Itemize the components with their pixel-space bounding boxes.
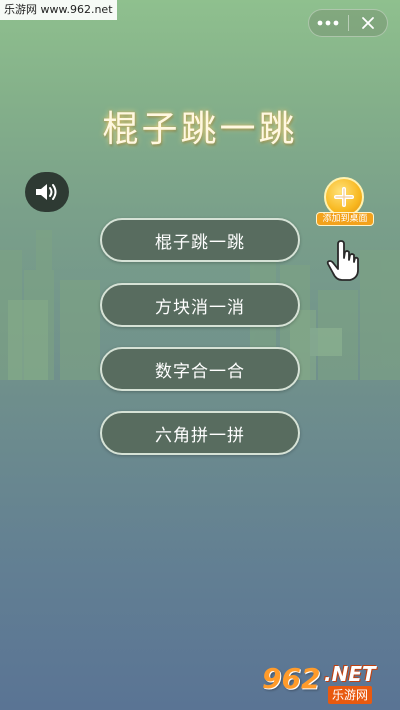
more-dots-icon <box>317 20 339 26</box>
site-watermark-top: 乐游网 www.962.net <box>0 0 117 20</box>
pointer-hand-icon <box>326 240 359 281</box>
sound-toggle-button[interactable] <box>25 172 69 212</box>
add-to-desktop-label: 添加到桌面 <box>316 212 374 226</box>
close-icon <box>361 17 374 29</box>
watermark-cn: 乐游网 <box>328 686 373 704</box>
menu-button-stick-jump[interactable]: 棍子跳一跳 <box>100 218 300 262</box>
menu-button-hexagon-puzzle[interactable]: 六角拼一拼 <box>100 411 300 455</box>
close-button[interactable] <box>349 10 388 36</box>
speaker-icon <box>36 184 57 200</box>
game-title: 棍子跳一跳 <box>102 109 298 150</box>
more-button[interactable] <box>309 10 348 36</box>
plus-coin-icon <box>324 177 364 217</box>
add-to-desktop-button[interactable]: 添加到桌面 <box>316 177 374 227</box>
site-watermark-bottom: 962 .NET 乐游网 <box>262 662 396 706</box>
menu-button-number-merge[interactable]: 数字合一合 <box>100 347 300 391</box>
watermark-net: .NET <box>324 662 376 686</box>
mini-program-capsule <box>308 9 388 37</box>
menu-button-block-eliminate[interactable]: 方块消一消 <box>100 283 300 327</box>
watermark-number: 962 <box>262 662 321 695</box>
